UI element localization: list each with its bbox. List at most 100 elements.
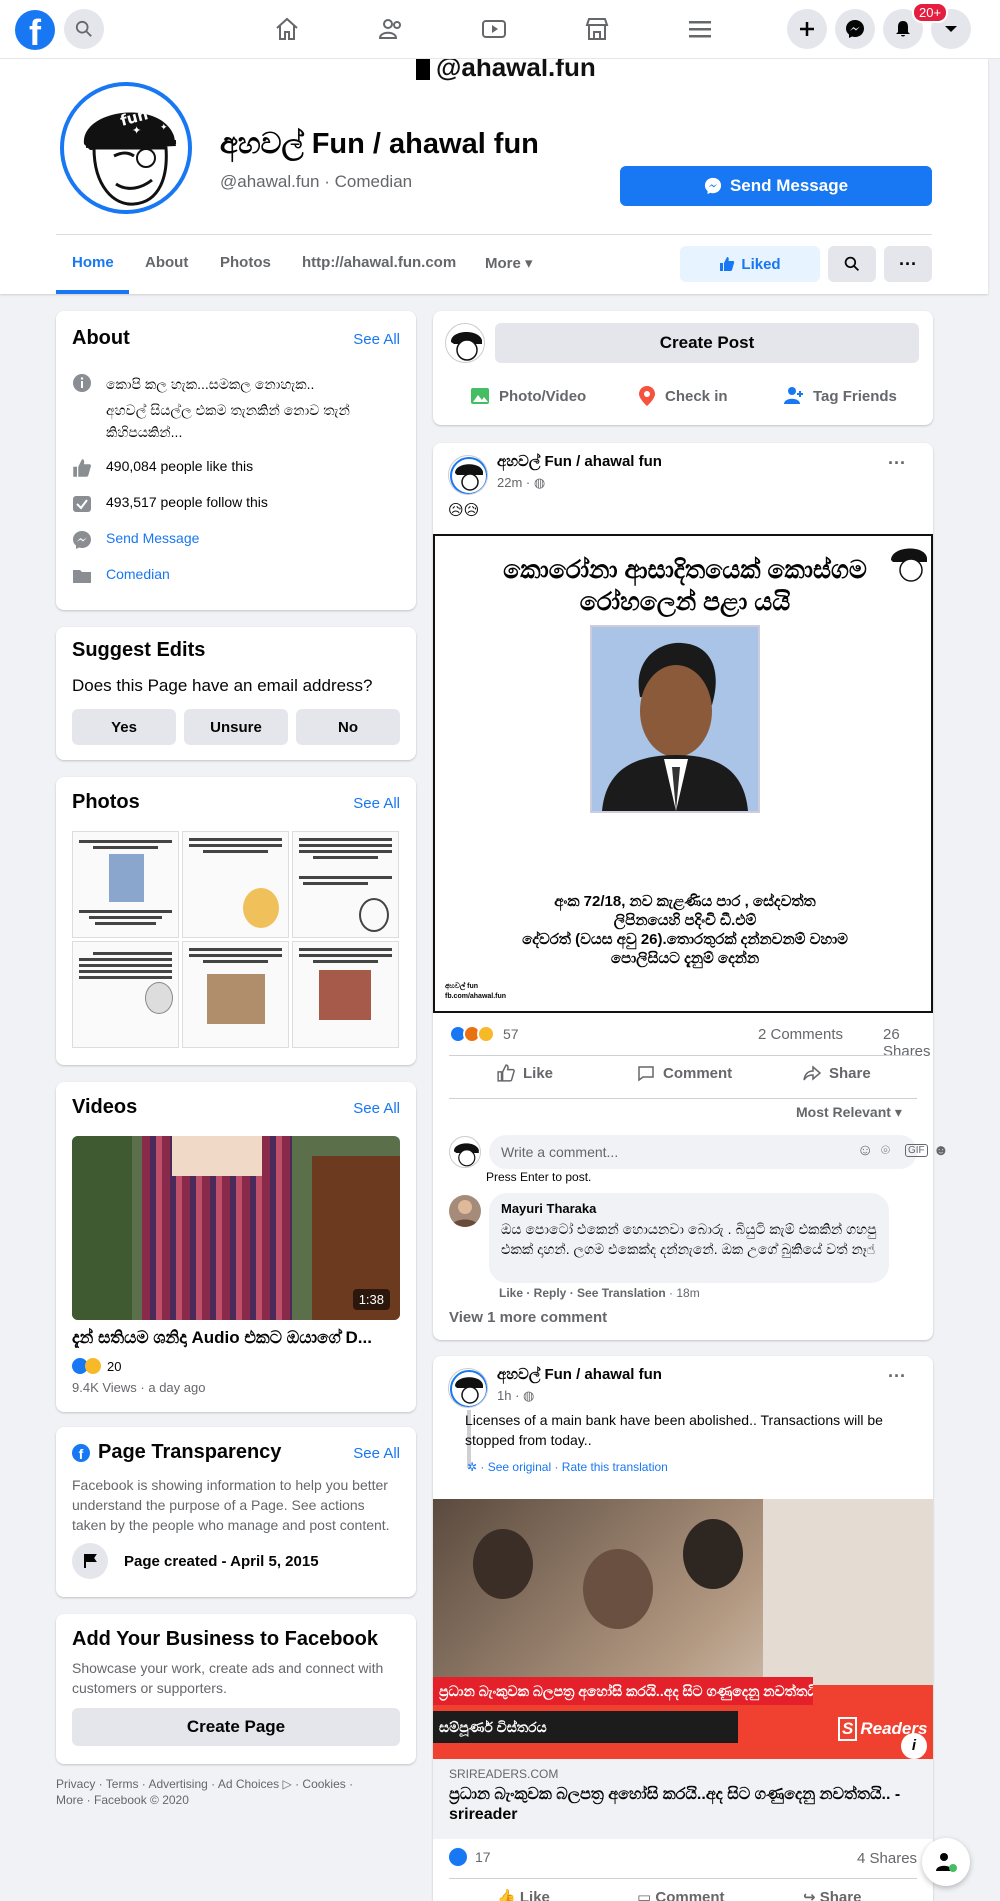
about-message-link[interactable]: Send Message (106, 530, 199, 546)
photo-thumbnail[interactable] (182, 831, 289, 938)
messenger-icon[interactable] (835, 9, 875, 49)
comment-actions-text[interactable]: Like · Reply · See Translation (499, 1286, 666, 1300)
sticker-icon[interactable]: ☻ (933, 1142, 949, 1159)
post-reactions[interactable]: 57 (449, 1025, 519, 1043)
avatar[interactable] (445, 323, 485, 363)
comment-input[interactable]: Write a comment... ☺ ⌾ GIF ☻ (489, 1135, 949, 1169)
marketplace-icon[interactable] (580, 12, 614, 46)
photo-video-button[interactable]: Photo/Video (469, 385, 586, 407)
footer-line2[interactable]: More · Facebook © 2020 (56, 1792, 353, 1808)
post-time[interactable]: 22m · ◍ (497, 475, 545, 491)
more-options-button[interactable]: ··· (884, 246, 932, 282)
create-page-button[interactable]: Create Page (72, 1708, 400, 1746)
suggest-no-button[interactable]: No (296, 709, 400, 745)
avatar[interactable] (449, 1195, 481, 1227)
commenter-name[interactable]: Mayuri Tharaka (501, 1201, 596, 1216)
comment-sort-dropdown[interactable]: Most Relevant ▾ (796, 1104, 902, 1121)
photos-card: Photos See All (56, 777, 416, 1065)
search-icon[interactable] (64, 9, 104, 49)
transparency-see-all[interactable]: See All (353, 1445, 400, 1462)
like-reaction-icon (449, 1848, 467, 1866)
post-image-headline-line1: කොරෝනා ආසාදිතයෙක් කොස්ගම (503, 556, 867, 584)
tag-friends-button[interactable]: Tag Friends (783, 385, 897, 407)
emoji-icon[interactable]: ☺ (857, 1142, 873, 1160)
post-share-count[interactable]: 4 Shares (857, 1850, 917, 1867)
view-more-comments-link[interactable]: View 1 more comment (449, 1309, 607, 1326)
post-image-footer-line1: අහවල් fun (445, 983, 479, 990)
business-text: Showcase your work, create ads and conne… (72, 1660, 384, 1696)
page-search-button[interactable] (828, 246, 876, 282)
see-original-text[interactable]: · See original · Rate this translation (480, 1460, 667, 1474)
link-preview-image[interactable]: ප්‍රධාන බැංකුවක බලපත්‍ර අහෝසි කරයි..අද ස… (433, 1499, 933, 1759)
post-image-headline-line2: රෝහලෙන් පළා යයි (579, 588, 791, 616)
like-button[interactable]: 👍 Like (497, 1888, 550, 1901)
post-options-icon[interactable]: ··· (888, 1366, 906, 1387)
info-icon[interactable]: i (901, 1733, 927, 1759)
create-post-button[interactable]: Create Post (495, 323, 919, 363)
comment-actions[interactable]: Like · Reply · See Translation · 18m (499, 1286, 700, 1300)
photo-thumbnail[interactable] (72, 941, 179, 1048)
post-image-body-line3: දේවරත් (වයස අවු 26).තොරතුරක් දන්නවනම් වහ… (522, 931, 848, 948)
tab-website[interactable]: http://ahawal.fun.com (302, 254, 456, 271)
post-image-footer-line2: fb.com/ahawal.fun (445, 993, 507, 1000)
about-category-link[interactable]: Comedian (106, 566, 170, 582)
menu-icon[interactable] (683, 12, 717, 46)
camera-icon[interactable]: ⌾ (881, 1142, 890, 1159)
watch-icon[interactable] (477, 12, 511, 46)
photo-thumbnail[interactable] (292, 941, 399, 1048)
suggest-yes-button[interactable]: Yes (72, 709, 176, 745)
like-button[interactable]: Like (497, 1064, 553, 1082)
see-original-link[interactable]: ✲ · See original · Rate this translation (467, 1460, 668, 1474)
avatar[interactable] (448, 1368, 488, 1408)
chevron-down-icon: ▾ (894, 1104, 902, 1120)
post-options-icon[interactable]: ··· (888, 453, 906, 474)
comment-button[interactable]: ▭ Comment (637, 1888, 725, 1901)
tab-photos[interactable]: Photos (220, 254, 271, 271)
post-author[interactable]: අහවල් Fun / ahawal fun (497, 1366, 662, 1383)
photo-thumbnail[interactable] (182, 941, 289, 1048)
home-icon[interactable] (270, 12, 304, 46)
video-title[interactable]: දැන් සතියම ශනිදා Audio එකට ඔයාගේ D... (72, 1328, 402, 1348)
avatar[interactable] (449, 1136, 481, 1168)
share-icon: ↪ (803, 1889, 816, 1901)
flag-icon (72, 1543, 108, 1579)
post-image[interactable]: කොරෝනා ආසාදිතයෙක් කොස්ගම රෝහලෙන් පළා යයි… (433, 534, 933, 1013)
tab-home[interactable]: Home (72, 254, 114, 271)
thumbs-up-icon (720, 257, 735, 271)
gif-icon[interactable]: GIF (905, 1144, 928, 1157)
tab-more[interactable]: More ▾ (485, 254, 533, 272)
footer-line1[interactable]: Privacy · Terms · Advertising · Ad Choic… (56, 1776, 353, 1792)
photo-thumbnail[interactable] (72, 831, 179, 938)
about-category-row[interactable]: Comedian (72, 566, 170, 586)
suggest-unsure-button[interactable]: Unsure (184, 709, 288, 745)
tag-friends-label: Tag Friends (813, 387, 897, 405)
share-button[interactable]: Share (803, 1064, 871, 1082)
videos-see-all[interactable]: See All (353, 1100, 400, 1117)
share-button[interactable]: ↪ Share (803, 1888, 861, 1901)
photos-see-all[interactable]: See All (353, 795, 400, 812)
comment-button[interactable]: Comment (637, 1064, 732, 1082)
new-message-floating-button[interactable] (922, 1838, 970, 1886)
avatar[interactable] (448, 455, 488, 495)
send-message-button[interactable]: Send Message (620, 166, 932, 206)
facebook-logo-icon[interactable]: f (15, 10, 55, 50)
about-message-row[interactable]: Send Message (72, 530, 199, 550)
link-preview-meta[interactable]: SRIREADERS.COM ප්‍රධාන බැංකුවක බලපත්‍ර අ… (433, 1759, 933, 1839)
liked-button[interactable]: Liked (680, 246, 820, 282)
post-reactions[interactable]: 17 (449, 1848, 491, 1866)
friends-icon[interactable] (374, 12, 408, 46)
about-see-all[interactable]: See All (353, 331, 400, 348)
video-thumbnail[interactable]: 1:38 (72, 1136, 400, 1320)
suggest-question: Does this Page have an email address? (72, 676, 373, 695)
check-in-button[interactable]: Check in (637, 385, 728, 407)
post-comment-count[interactable]: 2 Comments (758, 1026, 843, 1043)
tab-about[interactable]: About (145, 254, 188, 271)
post-author[interactable]: අහවල් Fun / ahawal fun (497, 453, 662, 470)
post-time[interactable]: 1h · ◍ (497, 1388, 534, 1404)
profile-picture[interactable]: fun ✦ ✦ (60, 82, 192, 214)
comment-label: Comment (663, 1064, 733, 1082)
photo-thumbnail[interactable] (292, 831, 399, 938)
page-category[interactable]: Comedian (335, 172, 413, 191)
footer-links[interactable]: Privacy · Terms · Advertising · Ad Choic… (56, 1776, 353, 1808)
create-icon[interactable] (787, 9, 827, 49)
